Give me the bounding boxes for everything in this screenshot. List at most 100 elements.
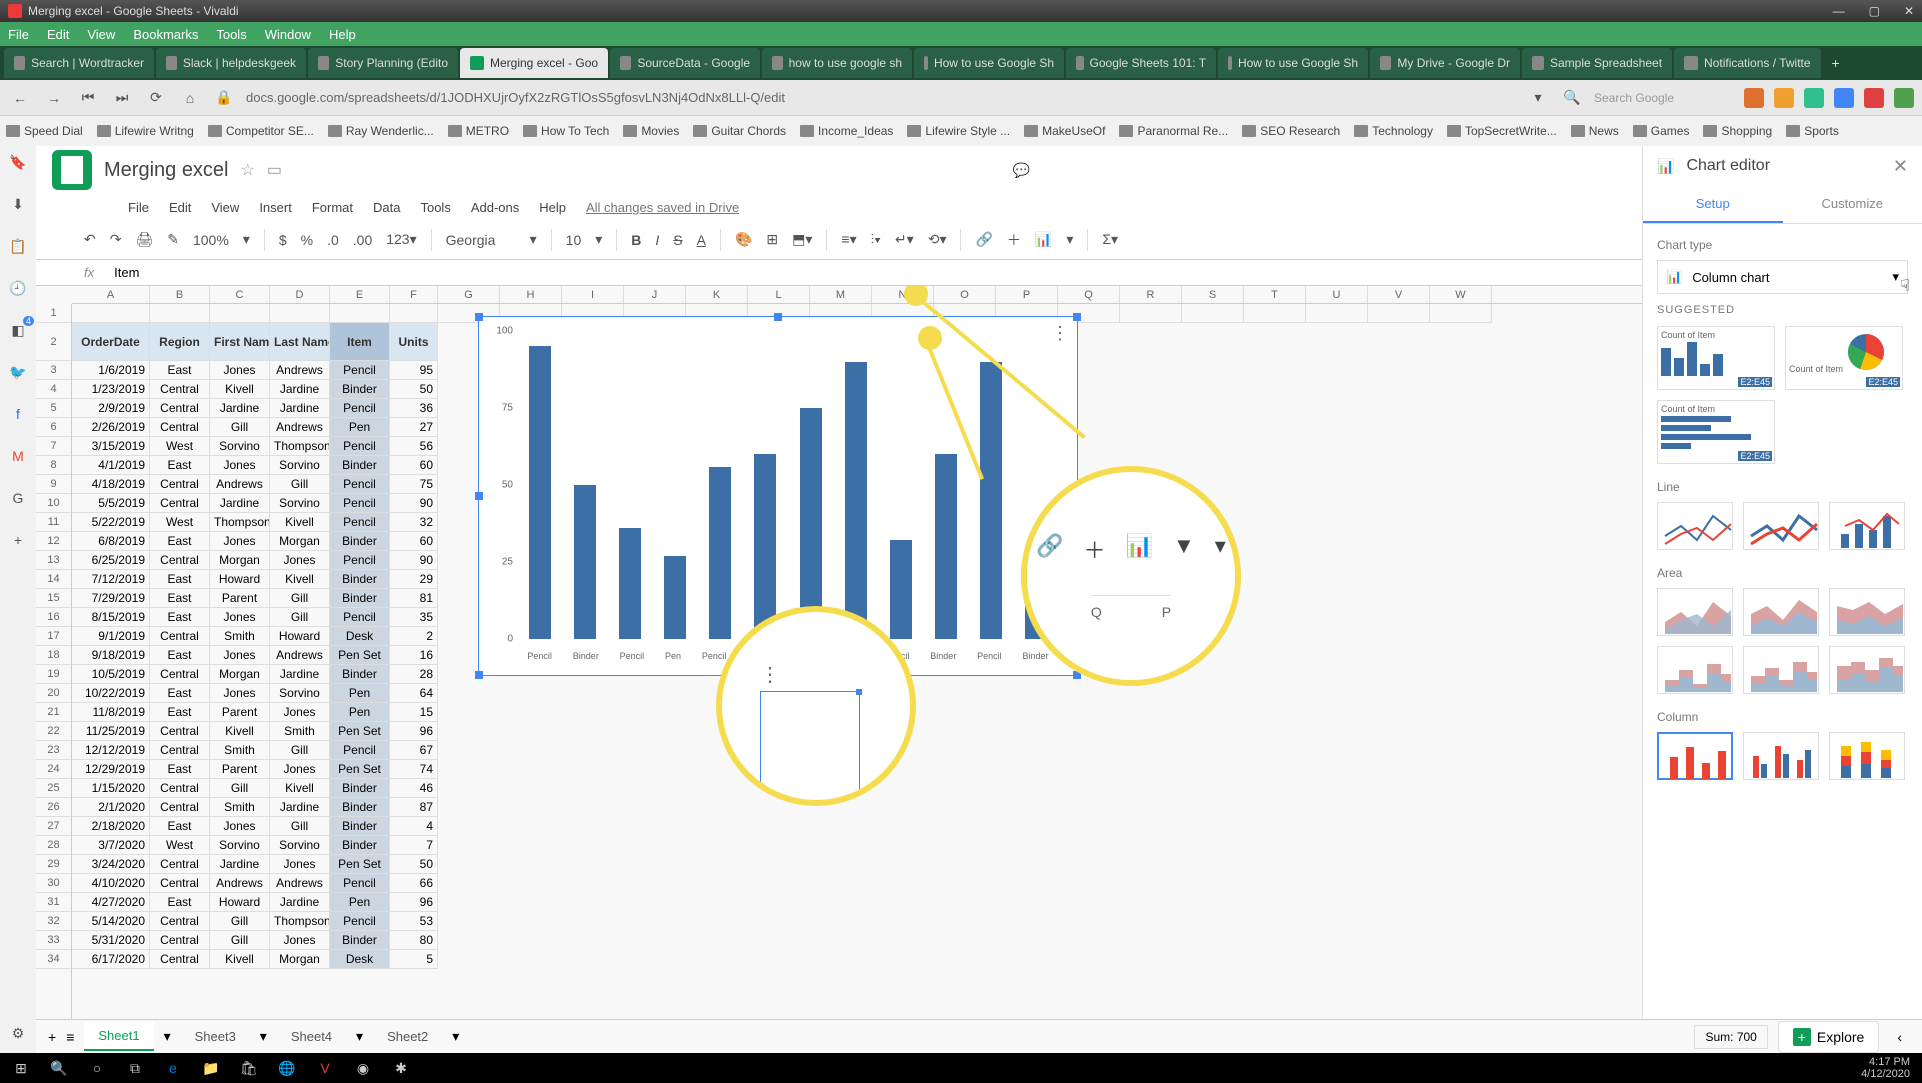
cell[interactable]: Pen Set xyxy=(330,760,390,779)
row-header[interactable]: 12 xyxy=(36,532,71,551)
cell[interactable]: Pen xyxy=(330,684,390,703)
cell[interactable]: Sorvino xyxy=(270,456,330,475)
comment-icon[interactable]: 💬 xyxy=(1013,162,1030,179)
cell[interactable]: Central xyxy=(150,399,210,418)
cell[interactable]: Gill xyxy=(270,741,330,760)
cell[interactable]: East xyxy=(150,703,210,722)
line-chart-1[interactable] xyxy=(1657,502,1733,550)
explore-button[interactable]: + Explore xyxy=(1778,1021,1879,1053)
cell[interactable]: Jardine xyxy=(270,380,330,399)
app-menu-item[interactable]: Help xyxy=(539,200,566,215)
col-header[interactable]: A xyxy=(72,286,150,303)
col-header[interactable]: T xyxy=(1244,286,1306,303)
cell[interactable]: Gill xyxy=(210,779,270,798)
bookmark-item[interactable]: Guitar Chords xyxy=(693,124,786,138)
minimize-icon[interactable]: — xyxy=(1833,4,1845,18)
cell[interactable]: Kivell xyxy=(270,570,330,589)
taskview-icon[interactable]: ⧉ xyxy=(120,1055,150,1081)
bookmark-item[interactable]: Lifewire Writng xyxy=(97,124,194,138)
facebook-icon[interactable]: f xyxy=(8,404,28,424)
all-sheets-icon[interactable]: ≡ xyxy=(66,1029,74,1045)
cell[interactable]: Binder xyxy=(330,456,390,475)
row-header[interactable]: 2 xyxy=(36,323,71,361)
cell[interactable]: Jones xyxy=(210,532,270,551)
cell[interactable]: Parent xyxy=(210,703,270,722)
rotate-icon[interactable]: ⟲▾ xyxy=(928,231,947,248)
cell[interactable]: 12/12/2019 xyxy=(72,741,150,760)
cell[interactable]: West xyxy=(150,836,210,855)
cell[interactable]: Jones xyxy=(210,456,270,475)
cell[interactable]: 6/17/2020 xyxy=(72,950,150,969)
cell[interactable]: Central xyxy=(150,475,210,494)
tab-customize[interactable]: Customize xyxy=(1783,186,1922,223)
table-header[interactable]: Last Name xyxy=(270,323,330,361)
redo-icon[interactable]: ↷ xyxy=(110,231,122,248)
cell[interactable]: 1/23/2019 xyxy=(72,380,150,399)
add-panel-icon[interactable]: + xyxy=(8,530,28,550)
fastforward-icon[interactable]: ⏭ xyxy=(110,86,134,110)
cell[interactable]: Howard xyxy=(210,893,270,912)
cell[interactable]: Binder xyxy=(330,570,390,589)
bookmark-item[interactable]: Competitor SE... xyxy=(208,124,314,138)
menu-item[interactable]: Tools xyxy=(216,27,246,42)
bookmark-item[interactable]: SEO Research xyxy=(1242,124,1340,138)
cell[interactable]: Central xyxy=(150,912,210,931)
cell[interactable]: 6/8/2019 xyxy=(72,532,150,551)
notes-panel-icon[interactable]: 📋 xyxy=(8,236,28,256)
cell[interactable]: Binder xyxy=(330,532,390,551)
cell[interactable]: Central xyxy=(150,627,210,646)
cell[interactable]: Pencil xyxy=(330,361,390,380)
tab-setup[interactable]: Setup xyxy=(1643,186,1783,223)
area-chart-6[interactable] xyxy=(1829,646,1905,694)
fontsize-select[interactable]: 10 xyxy=(566,232,582,248)
twitter-icon[interactable]: 🐦 xyxy=(8,362,28,382)
chart-bar[interactable] xyxy=(574,485,596,639)
chrome-icon[interactable]: ◉ xyxy=(348,1055,378,1081)
col-header[interactable]: K xyxy=(686,286,748,303)
cell[interactable]: 8/15/2019 xyxy=(72,608,150,627)
suggested-chart-pie[interactable]: Count of Item E2:E45 xyxy=(1785,326,1903,390)
functions-icon[interactable]: Σ▾ xyxy=(1102,231,1118,248)
browser-tab[interactable]: Google Sheets 101: T xyxy=(1066,48,1216,78)
row-header[interactable]: 14 xyxy=(36,570,71,589)
row-header[interactable]: 4 xyxy=(36,380,71,399)
system-clock[interactable]: 4:17 PM 4/12/2020 xyxy=(1861,1056,1916,1080)
sheet-tab-1[interactable]: Sheet1 xyxy=(84,1022,153,1051)
cell[interactable]: East xyxy=(150,684,210,703)
chart-bar[interactable] xyxy=(800,408,822,639)
cell[interactable]: 66 xyxy=(390,874,438,893)
chart-bar[interactable] xyxy=(890,540,912,639)
cell[interactable]: 11/8/2019 xyxy=(72,703,150,722)
cell[interactable]: 4/18/2019 xyxy=(72,475,150,494)
cell[interactable]: Jones xyxy=(270,855,330,874)
browser-tab[interactable]: How to use Google Sh xyxy=(914,48,1064,78)
cell[interactable]: Kivell xyxy=(210,722,270,741)
textcolor-icon[interactable]: A xyxy=(697,232,706,248)
chart-bar[interactable] xyxy=(980,362,1002,639)
comment-toolbar-icon[interactable]: ＋ xyxy=(1007,230,1021,250)
cell[interactable]: Central xyxy=(150,551,210,570)
cell[interactable]: Parent xyxy=(210,760,270,779)
cell[interactable]: Binder xyxy=(330,798,390,817)
cell[interactable]: Pencil xyxy=(330,513,390,532)
cell[interactable] xyxy=(270,304,330,323)
cell[interactable]: Binder xyxy=(330,836,390,855)
cell[interactable]: East xyxy=(150,589,210,608)
cell[interactable]: Thompson xyxy=(210,513,270,532)
browser-tab[interactable]: How to use Google Sh xyxy=(1218,48,1368,78)
app-menu-item[interactable]: Add-ons xyxy=(471,200,519,215)
cell[interactable]: Smith xyxy=(210,741,270,760)
cell[interactable]: Gill xyxy=(210,912,270,931)
row-header[interactable]: 26 xyxy=(36,798,71,817)
merge-icon[interactable]: ⬒▾ xyxy=(792,231,812,248)
cell[interactable]: Central xyxy=(150,931,210,950)
app-menu-item[interactable]: Insert xyxy=(259,200,292,215)
col-header[interactable]: U xyxy=(1306,286,1368,303)
bookmark-item[interactable]: Technology xyxy=(1354,124,1433,138)
vivaldi-taskbar-icon[interactable]: V xyxy=(310,1055,340,1081)
extension-6-icon[interactable] xyxy=(1894,88,1914,108)
suggested-chart-column[interactable]: Count of Item E2:E45 xyxy=(1657,326,1775,390)
area-chart-5[interactable] xyxy=(1743,646,1819,694)
document-name[interactable]: Merging excel xyxy=(104,159,229,182)
cell[interactable]: Andrews xyxy=(270,874,330,893)
